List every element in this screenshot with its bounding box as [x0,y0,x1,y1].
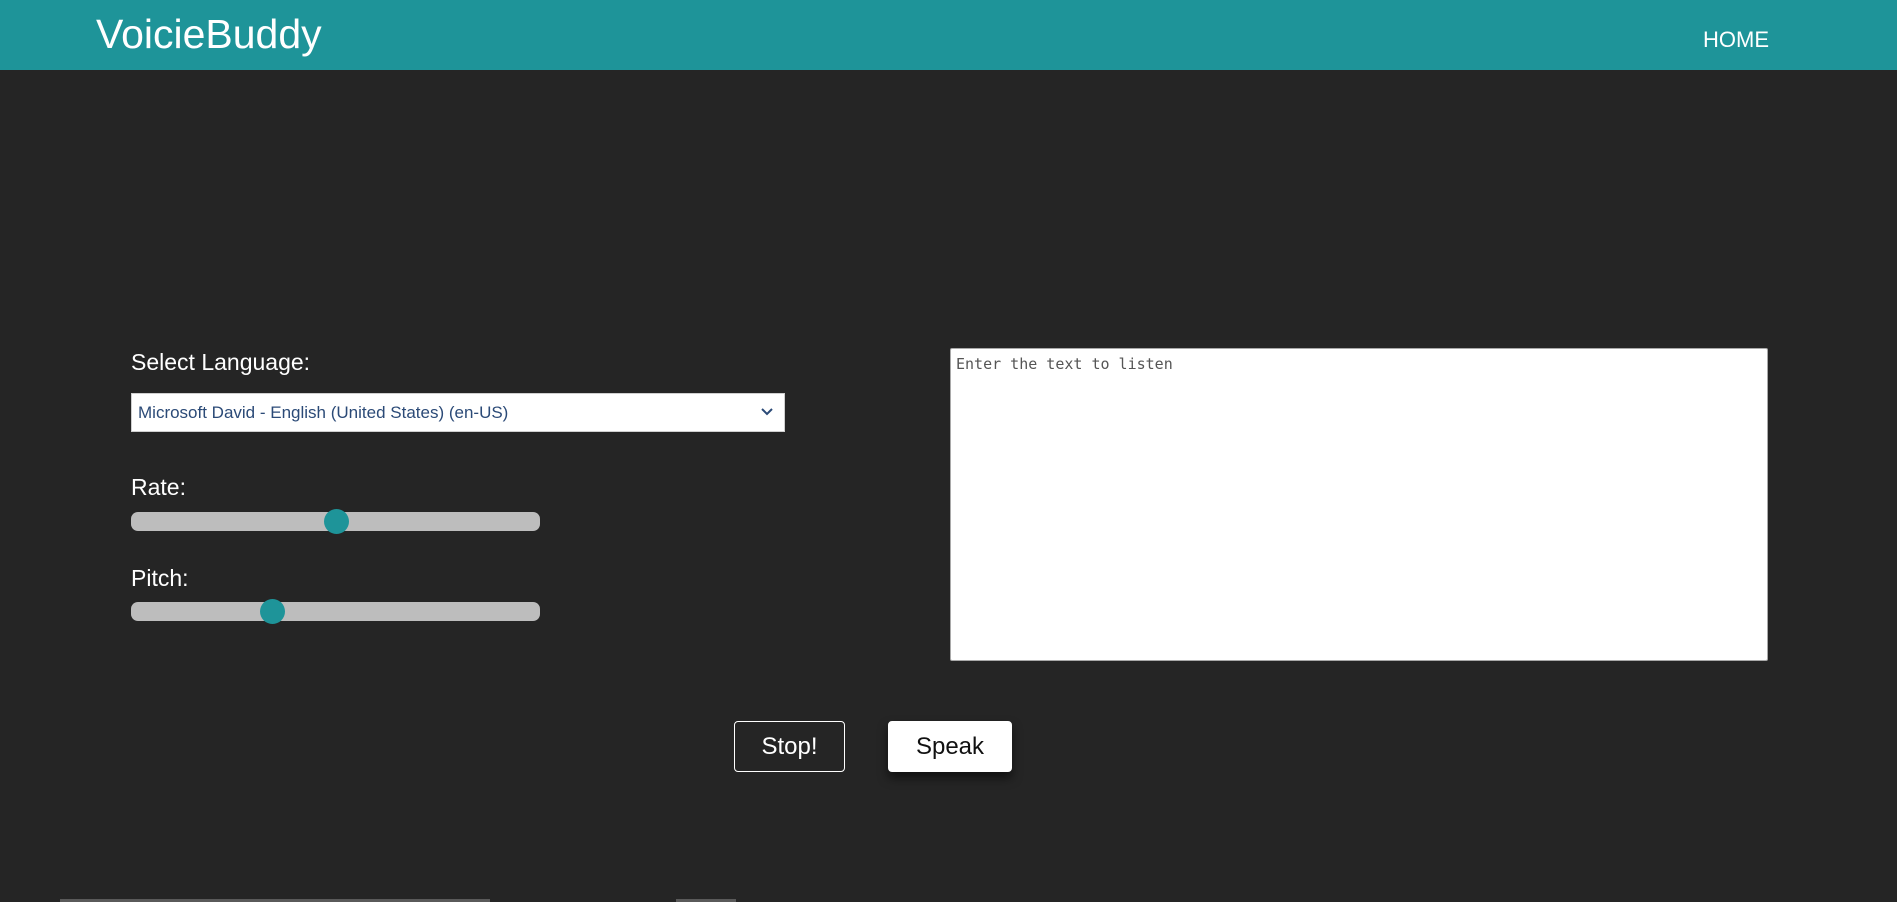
pitch-label: Pitch: [131,565,189,591]
stop-button[interactable]: Stop! [734,721,845,772]
language-label: Select Language: [131,349,311,375]
pitch-slider-track [131,602,540,621]
text-input[interactable]: Enter the text to listen [950,348,1768,661]
rate-slider-thumb[interactable] [323,509,349,534]
nav-link-home[interactable]: HOME [1703,27,1769,53]
chevron-down-icon [761,408,773,416]
speak-button[interactable]: Speak [888,721,1012,772]
rate-slider[interactable] [131,509,540,534]
text-input-placeholder: Enter the text to listen [956,355,1173,373]
rate-label: Rate: [131,474,186,500]
pitch-slider[interactable] [131,599,540,624]
language-select[interactable]: Microsoft David - English (United States… [131,393,785,432]
pitch-slider-thumb[interactable] [260,599,286,624]
app-brand[interactable]: VoicieBuddy [96,10,322,58]
top-navbar: VoicieBuddy HOME [0,0,1897,70]
language-select-value: Microsoft David - English (United States… [138,403,509,422]
